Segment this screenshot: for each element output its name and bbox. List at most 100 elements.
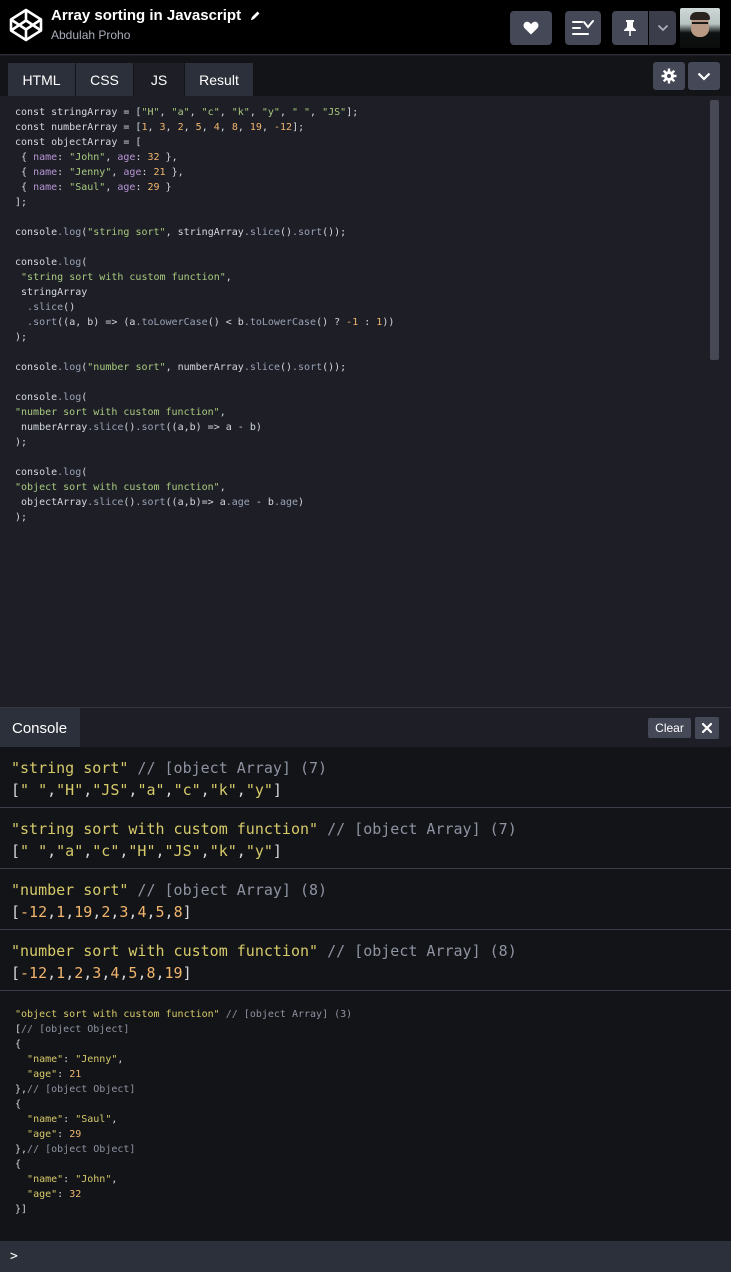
code-line[interactable]: .sort((a, b) => (a.toLowerCase() < b.toL…	[15, 315, 731, 330]
object-log-line: "name": "Saul",	[27, 1114, 118, 1125]
console-input[interactable]: >	[0, 1241, 731, 1272]
log-value: [" ","H","JS","a","c","k","y"]	[11, 781, 282, 799]
tab-css[interactable]: CSS	[76, 63, 133, 96]
code-line[interactable]: const stringArray = ["H", "a", "c", "k",…	[15, 105, 731, 120]
object-log-lines: "object sort with custom function" // [o…	[15, 1007, 731, 1217]
code-line[interactable]: );	[15, 330, 731, 345]
console-log-entry: "string sort with custom function" // [o…	[0, 808, 731, 869]
close-icon	[701, 722, 713, 734]
like-button[interactable]	[510, 11, 552, 45]
avatar-glasses	[692, 22, 708, 26]
code-lines[interactable]: const stringArray = ["H", "a", "c", "k",…	[15, 105, 731, 525]
code-line[interactable]: .slice()	[15, 300, 731, 315]
log-label: "string sort with custom function"	[11, 820, 319, 838]
close-console-button[interactable]	[695, 717, 719, 739]
log-value: [-12,1,19,2,3,4,5,8]	[11, 903, 192, 921]
code-line[interactable]: );	[15, 435, 731, 450]
chevron-down-icon	[657, 24, 668, 32]
pin-button[interactable]	[612, 11, 648, 45]
log-comment: // [object Array] (7)	[128, 759, 328, 777]
code-line[interactable]: numberArray.slice().sort((a,b) => a - b)	[15, 420, 731, 435]
object-log-line: }]	[15, 1204, 28, 1215]
code-line[interactable]	[15, 450, 731, 465]
pen-header: Array sorting in Javascript Abdulah Proh…	[0, 0, 731, 55]
tab-js[interactable]: JS	[134, 63, 184, 96]
object-log-line: "age": 29	[27, 1129, 82, 1140]
console-log-entry: "number sort" // [object Array] (8) [-12…	[0, 869, 731, 930]
object-log-line: {	[15, 1039, 22, 1050]
console-log-entry: "number sort with custom function" // [o…	[0, 930, 731, 991]
log-label-line: "number sort with custom function" // [o…	[11, 940, 731, 962]
avatar-hair	[690, 12, 710, 20]
object-log-line: "name": "Jenny",	[27, 1054, 124, 1065]
object-log-line: {	[15, 1159, 22, 1170]
code-line[interactable]: { name: "John", age: 32 },	[15, 150, 731, 165]
object-log-line: {	[15, 1099, 22, 1110]
code-line[interactable]: const numberArray = [1, 3, 2, 5, 4, 8, 1…	[15, 120, 731, 135]
tab-html[interactable]: HTML	[8, 63, 75, 96]
pin-dropdown-button[interactable]	[649, 11, 676, 45]
gear-icon	[661, 68, 677, 84]
object-log-line: "object sort with custom function" // [o…	[15, 1009, 353, 1020]
editor-tab-bar: HTML CSS JS Result	[0, 56, 731, 96]
heart-icon	[523, 21, 539, 35]
log-label-line: "string sort with custom function" // [o…	[11, 818, 731, 840]
editor-scrollbar[interactable]	[710, 100, 719, 360]
code-line[interactable]: ];	[15, 195, 731, 210]
object-log-line: "name": "John",	[27, 1174, 118, 1185]
avatar[interactable]	[680, 8, 720, 48]
object-log-line: "age": 21	[27, 1069, 82, 1080]
pen-title[interactable]: Array sorting in Javascript	[51, 7, 261, 24]
log-label-line: "string sort" // [object Array] (7)	[11, 757, 731, 779]
settings-button[interactable]	[653, 62, 685, 90]
code-line[interactable]: { name: "Jenny", age: 21 },	[15, 165, 731, 180]
log-label: "number sort"	[11, 881, 129, 899]
code-line[interactable]: console.log("number sort", numberArray.s…	[15, 360, 731, 375]
code-line[interactable]: console.log(	[15, 465, 731, 480]
code-line[interactable]: "string sort with custom function",	[15, 270, 731, 285]
code-line[interactable]: console.log("string sort", stringArray.s…	[15, 225, 731, 240]
pen-title-text[interactable]: Array sorting in Javascript	[51, 7, 241, 24]
title-block: Array sorting in Javascript Abdulah Proh…	[51, 7, 261, 42]
object-log-line: },// [object Object]	[15, 1144, 136, 1155]
object-log-line: "age": 32	[27, 1189, 82, 1200]
code-line[interactable]: stringArray	[15, 285, 731, 300]
js-code-editor[interactable]: const stringArray = ["H", "a", "c", "k",…	[0, 96, 731, 706]
code-line[interactable]: objectArray.slice().sort((a,b)=> a.age -…	[15, 495, 731, 510]
console-log-entry: "string sort" // [object Array] (7) [" "…	[0, 747, 731, 808]
log-label: "string sort"	[11, 759, 129, 777]
code-line[interactable]	[15, 345, 731, 360]
code-line[interactable]: "number sort with custom function",	[15, 405, 731, 420]
tab-result[interactable]: Result	[185, 63, 253, 96]
clear-console-button[interactable]: Clear	[648, 718, 691, 738]
log-value: [" ","a","c","H","JS","k","y"]	[11, 842, 282, 860]
code-line[interactable]: "object sort with custom function",	[15, 480, 731, 495]
log-comment: // [object Array] (8)	[318, 942, 517, 960]
change-view-button[interactable]	[565, 11, 601, 45]
collapse-editor-button[interactable]	[688, 62, 720, 90]
code-line[interactable]: { name: "Saul", age: 29 }	[15, 180, 731, 195]
code-line[interactable]: console.log(	[15, 390, 731, 405]
codepen-logo-icon[interactable]	[8, 7, 44, 43]
log-label-line: "number sort" // [object Array] (8)	[11, 879, 731, 901]
pen-author[interactable]: Abdulah Proho	[51, 28, 261, 42]
log-value: [-12,1,2,3,4,5,8,19]	[11, 964, 192, 982]
code-line[interactable]: const objectArray = [	[15, 135, 731, 150]
log-comment: // [object Array] (7)	[318, 820, 517, 838]
console-title: Console	[0, 708, 80, 748]
console-header: Console Clear	[0, 707, 731, 748]
pin-icon	[624, 20, 636, 36]
chevron-down-icon	[697, 72, 711, 81]
object-log-line: [// [object Object]	[15, 1024, 130, 1035]
code-line[interactable]: );	[15, 510, 731, 525]
code-line[interactable]	[15, 375, 731, 390]
console-object-log: "object sort with custom function" // [o…	[0, 991, 731, 1241]
object-log-line: },// [object Object]	[15, 1084, 136, 1095]
code-line[interactable]	[15, 210, 731, 225]
log-comment: // [object Array] (8)	[128, 881, 328, 899]
log-label: "number sort with custom function"	[11, 942, 319, 960]
code-line[interactable]: console.log(	[15, 255, 731, 270]
pencil-icon[interactable]	[249, 10, 261, 22]
layout-icon	[572, 20, 594, 35]
code-line[interactable]	[15, 240, 731, 255]
